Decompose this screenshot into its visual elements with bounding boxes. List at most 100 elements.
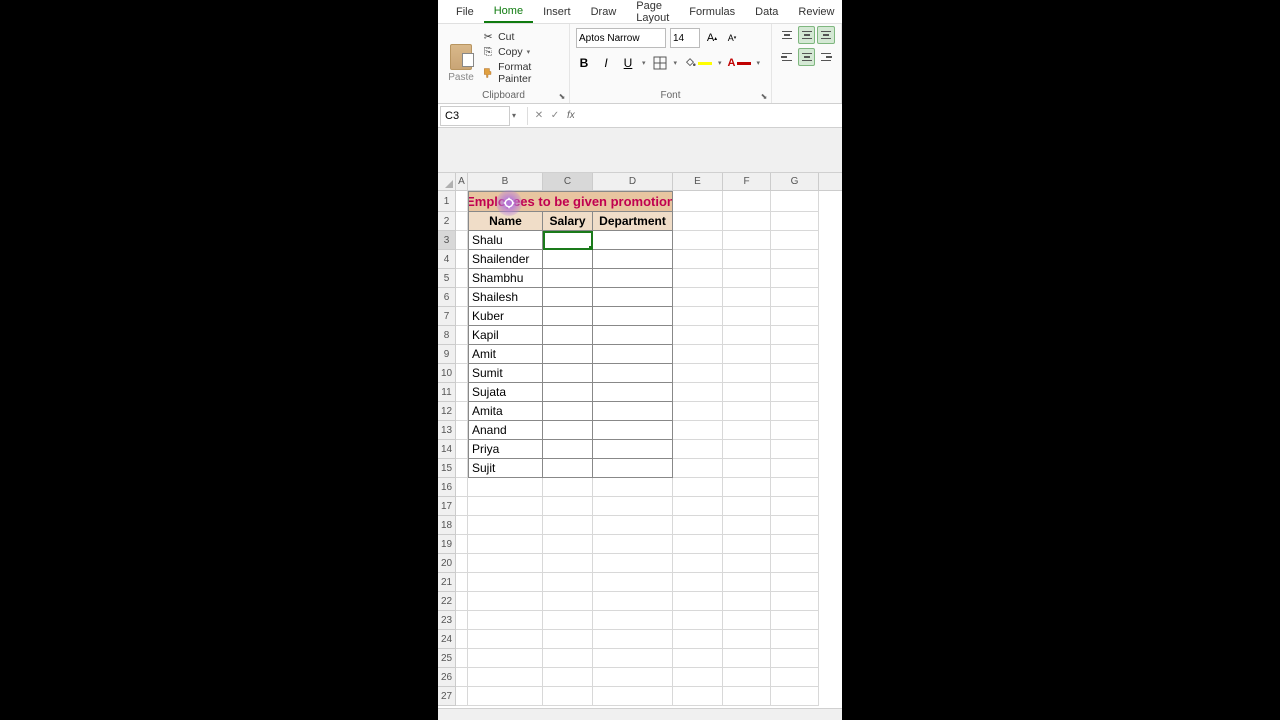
cell-A5[interactable] — [456, 269, 468, 288]
cell-F21[interactable] — [723, 573, 771, 592]
cancel-formula-button[interactable]: ✕ — [531, 110, 547, 121]
underline-button[interactable]: U — [620, 54, 636, 72]
cell-F5[interactable] — [723, 269, 771, 288]
cell-D19[interactable] — [593, 535, 673, 554]
cell-A27[interactable] — [456, 687, 468, 706]
cell-A14[interactable] — [456, 440, 468, 459]
chevron-down-icon[interactable]: ▾ — [642, 59, 646, 67]
cell-E13[interactable] — [673, 421, 723, 440]
name-box-dropdown[interactable]: ▾ — [512, 111, 524, 120]
cell-B25[interactable] — [468, 649, 543, 668]
cell-F15[interactable] — [723, 459, 771, 478]
cell-F3[interactable] — [723, 231, 771, 250]
chevron-down-icon[interactable]: ▾ — [674, 59, 678, 67]
row-header-22[interactable]: 22 — [438, 592, 456, 611]
cell-F2[interactable] — [723, 212, 771, 231]
cell-E15[interactable] — [673, 459, 723, 478]
cell-B3[interactable]: Shalu — [468, 231, 543, 250]
name-box[interactable]: C3 — [440, 106, 510, 126]
cell-G4[interactable] — [771, 250, 819, 269]
cell-C22[interactable] — [543, 592, 593, 611]
cell-B7[interactable]: Kuber — [468, 307, 543, 326]
row-header-12[interactable]: 12 — [438, 402, 456, 421]
cell-E14[interactable] — [673, 440, 723, 459]
cell-B9[interactable]: Amit — [468, 345, 543, 364]
cell-A26[interactable] — [456, 668, 468, 687]
cell-A8[interactable] — [456, 326, 468, 345]
cell-D24[interactable] — [593, 630, 673, 649]
cell-E27[interactable] — [673, 687, 723, 706]
cell-D8[interactable] — [593, 326, 673, 345]
font-launcher[interactable]: ⬊ — [759, 91, 769, 101]
cell-B5[interactable]: Shambhu — [468, 269, 543, 288]
menu-file[interactable]: File — [446, 2, 484, 22]
cell-G18[interactable] — [771, 516, 819, 535]
cell-E24[interactable] — [673, 630, 723, 649]
cell-F4[interactable] — [723, 250, 771, 269]
cell-E25[interactable] — [673, 649, 723, 668]
row-header-15[interactable]: 15 — [438, 459, 456, 478]
cell-A17[interactable] — [456, 497, 468, 516]
cell-C24[interactable] — [543, 630, 593, 649]
row-header-23[interactable]: 23 — [438, 611, 456, 630]
cell-B26[interactable] — [468, 668, 543, 687]
cell-D27[interactable] — [593, 687, 673, 706]
cell-E6[interactable] — [673, 288, 723, 307]
cell-C7[interactable] — [543, 307, 593, 326]
cell-C25[interactable] — [543, 649, 593, 668]
cell-E18[interactable] — [673, 516, 723, 535]
menu-draw[interactable]: Draw — [581, 2, 627, 22]
cell-C12[interactable] — [543, 402, 593, 421]
cell-F11[interactable] — [723, 383, 771, 402]
cell-A7[interactable] — [456, 307, 468, 326]
cell-E9[interactable] — [673, 345, 723, 364]
cell-E2[interactable] — [673, 212, 723, 231]
cell-E4[interactable] — [673, 250, 723, 269]
cell-E11[interactable] — [673, 383, 723, 402]
menu-formulas[interactable]: Formulas — [679, 2, 745, 22]
cell-D18[interactable] — [593, 516, 673, 535]
cell-D22[interactable] — [593, 592, 673, 611]
cell-G24[interactable] — [771, 630, 819, 649]
cell-B27[interactable] — [468, 687, 543, 706]
cut-button[interactable]: ✂ Cut — [482, 31, 563, 43]
row-header-25[interactable]: 25 — [438, 649, 456, 668]
italic-button[interactable]: I — [598, 54, 614, 72]
cell-D15[interactable] — [593, 459, 673, 478]
format-painter-button[interactable]: Format Painter — [482, 61, 563, 85]
cell-C8[interactable] — [543, 326, 593, 345]
cell-G16[interactable] — [771, 478, 819, 497]
cell-C11[interactable] — [543, 383, 593, 402]
cell-E22[interactable] — [673, 592, 723, 611]
borders-button[interactable] — [652, 54, 668, 72]
cell-E17[interactable] — [673, 497, 723, 516]
decrease-font-button[interactable]: A▾ — [724, 29, 740, 47]
cell-B24[interactable] — [468, 630, 543, 649]
cell-B8[interactable]: Kapil — [468, 326, 543, 345]
cell-A2[interactable] — [456, 212, 468, 231]
cell-B19[interactable] — [468, 535, 543, 554]
cell-D6[interactable] — [593, 288, 673, 307]
cell-G13[interactable] — [771, 421, 819, 440]
cell-G1[interactable] — [771, 191, 819, 212]
cell-D4[interactable] — [593, 250, 673, 269]
cell-G22[interactable] — [771, 592, 819, 611]
cell-F16[interactable] — [723, 478, 771, 497]
horizontal-scrollbar[interactable] — [438, 708, 842, 720]
cell-B21[interactable] — [468, 573, 543, 592]
row-header-5[interactable]: 5 — [438, 269, 456, 288]
cell-F17[interactable] — [723, 497, 771, 516]
cell-F27[interactable] — [723, 687, 771, 706]
cell-D9[interactable] — [593, 345, 673, 364]
cell-A16[interactable] — [456, 478, 468, 497]
cell-A12[interactable] — [456, 402, 468, 421]
cell-C26[interactable] — [543, 668, 593, 687]
row-header-3[interactable]: 3 — [438, 231, 456, 250]
cell-D16[interactable] — [593, 478, 673, 497]
cell-A13[interactable] — [456, 421, 468, 440]
cell-G19[interactable] — [771, 535, 819, 554]
cell-D14[interactable] — [593, 440, 673, 459]
cell-D17[interactable] — [593, 497, 673, 516]
left-align-button[interactable] — [778, 48, 796, 66]
cell-A11[interactable] — [456, 383, 468, 402]
